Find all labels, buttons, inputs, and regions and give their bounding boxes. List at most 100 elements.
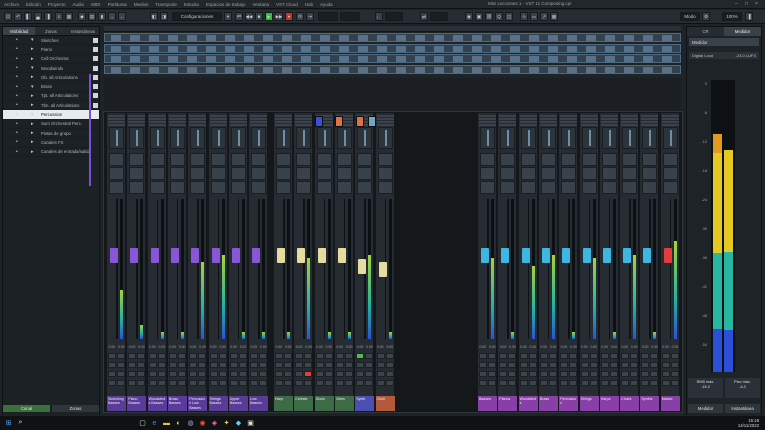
audio-event[interactable] xyxy=(510,45,520,52)
pan-knob[interactable] xyxy=(642,127,658,149)
q-link-icon[interactable]: Q xyxy=(495,12,503,21)
solo-button[interactable] xyxy=(670,353,679,359)
visibility-dot-icon[interactable]: • xyxy=(16,102,18,108)
app-red-icon[interactable]: ◉ xyxy=(198,418,207,428)
fader-handle[interactable] xyxy=(231,248,240,263)
fader-value[interactable]: 0.00 xyxy=(520,345,527,350)
pan-knob[interactable] xyxy=(357,127,373,149)
channel-strip[interactable]: 0.00 0.00 Brass Basses xyxy=(166,113,187,411)
save-config-icon[interactable]: ▾ xyxy=(224,12,232,21)
mute-button[interactable] xyxy=(148,353,157,359)
fader-handle[interactable] xyxy=(663,248,672,263)
audio-event[interactable] xyxy=(244,45,254,52)
solo-button[interactable] xyxy=(528,380,537,386)
visibility-dot-icon[interactable]: • xyxy=(16,139,18,145)
audio-event[interactable] xyxy=(624,45,634,52)
maximize-icon[interactable]: □ xyxy=(745,1,748,7)
solo-button[interactable] xyxy=(589,353,598,359)
mute-button[interactable] xyxy=(621,362,630,368)
audio-event[interactable] xyxy=(225,45,235,52)
routing-slot[interactable] xyxy=(189,118,207,121)
track-visibility-row[interactable]: • ▾ Brass xyxy=(3,82,99,92)
fader-handle[interactable] xyxy=(378,262,387,277)
fader-track[interactable] xyxy=(237,199,240,339)
mute-button[interactable] xyxy=(128,380,137,386)
mute-button[interactable] xyxy=(661,371,670,377)
insert-slot[interactable] xyxy=(357,181,373,194)
insert-slot[interactable] xyxy=(109,181,124,194)
solo-button[interactable] xyxy=(630,353,639,359)
insert-slot[interactable] xyxy=(230,167,246,180)
mute-button[interactable] xyxy=(189,380,198,386)
tab-visibilidad[interactable]: Visibilidad xyxy=(3,27,35,35)
fader-value[interactable]: 0.00 xyxy=(581,345,588,350)
menu-ayuda[interactable]: Ayuda xyxy=(320,2,333,7)
audio-event[interactable] xyxy=(415,56,425,62)
audio-event[interactable] xyxy=(643,45,653,52)
mute-button[interactable] xyxy=(229,371,238,377)
visibility-dot-icon[interactable]: • xyxy=(16,93,18,99)
fader-track[interactable] xyxy=(343,199,346,339)
audio-event[interactable] xyxy=(472,45,482,52)
track-visibility-row[interactable]: • ▾ Sketches xyxy=(3,36,99,46)
routing-slot[interactable] xyxy=(275,121,292,124)
insert-slot[interactable] xyxy=(357,153,373,166)
tab-instantanea-bottom[interactable]: Instantánea xyxy=(725,404,760,413)
routing-slot[interactable] xyxy=(295,118,313,121)
mute-button[interactable] xyxy=(539,371,548,377)
mute-button[interactable] xyxy=(641,353,650,359)
track-lanes[interactable] xyxy=(104,33,681,75)
routing-slot[interactable] xyxy=(189,121,207,124)
undo-icon[interactable]: ↶ xyxy=(14,12,22,21)
fader-handle[interactable] xyxy=(501,248,510,263)
mute-button[interactable] xyxy=(661,362,670,368)
insert-slot[interactable] xyxy=(149,153,165,166)
audio-event[interactable] xyxy=(358,45,368,52)
chevron-right-icon[interactable]: ▸ xyxy=(31,56,34,62)
insert-slot[interactable] xyxy=(601,167,617,180)
mute-button[interactable] xyxy=(209,371,218,377)
routing-slot[interactable] xyxy=(168,115,186,118)
solo-button[interactable] xyxy=(650,362,659,368)
channel-strip[interactable]: 0.00 0.00 Brass xyxy=(537,113,558,411)
channel-name[interactable]: Sketching Basses xyxy=(107,396,126,411)
chevron-right-icon[interactable]: ▸ xyxy=(31,46,34,52)
mute-button[interactable] xyxy=(580,380,589,386)
fader-value[interactable]: 0.00 xyxy=(296,345,303,350)
solo-button[interactable] xyxy=(157,362,166,368)
insert-slot[interactable] xyxy=(377,153,393,166)
solo-button[interactable] xyxy=(365,353,374,359)
channel-name[interactable]: Brass Basses xyxy=(167,396,187,411)
channel-icon[interactable]: ▣ xyxy=(475,12,483,21)
channel-strip[interactable]: 0.00 0.00 Strings Basses xyxy=(207,113,228,411)
fader-value[interactable]: 0.00 xyxy=(622,345,629,350)
audio-event[interactable] xyxy=(225,66,235,73)
insert-slot[interactable] xyxy=(336,153,352,166)
routing-slot[interactable] xyxy=(108,118,125,121)
routing-slot[interactable] xyxy=(539,118,557,121)
input-icon[interactable]: → xyxy=(108,12,116,21)
go-start-icon[interactable]: ⏮ xyxy=(235,12,243,21)
fader-track[interactable] xyxy=(568,199,570,339)
audio-event[interactable] xyxy=(605,66,615,73)
mute-button[interactable] xyxy=(479,362,487,368)
audio-event[interactable] xyxy=(225,56,235,62)
insert-slot[interactable] xyxy=(561,153,577,166)
insert-slot[interactable] xyxy=(561,167,577,180)
audio-event[interactable] xyxy=(529,56,539,62)
solo-button[interactable] xyxy=(198,362,207,368)
audio-event[interactable] xyxy=(377,66,387,73)
instrument-edit-button[interactable] xyxy=(335,116,343,127)
mute-button[interactable] xyxy=(580,362,589,368)
insert-slot[interactable] xyxy=(540,153,556,166)
routing-slot[interactable] xyxy=(661,121,679,124)
insert-slot[interactable] xyxy=(662,181,678,194)
channel-strip[interactable]: 0.00 0.00 Percussion xyxy=(558,113,579,411)
insert-slot[interactable] xyxy=(190,181,206,194)
mute-button[interactable] xyxy=(376,380,385,386)
mute-button[interactable] xyxy=(499,371,508,377)
fader-value[interactable]: 0.00 xyxy=(479,345,486,350)
solo-button[interactable] xyxy=(528,353,537,359)
routing-slot[interactable] xyxy=(168,124,186,127)
signature-display[interactable] xyxy=(430,12,448,21)
